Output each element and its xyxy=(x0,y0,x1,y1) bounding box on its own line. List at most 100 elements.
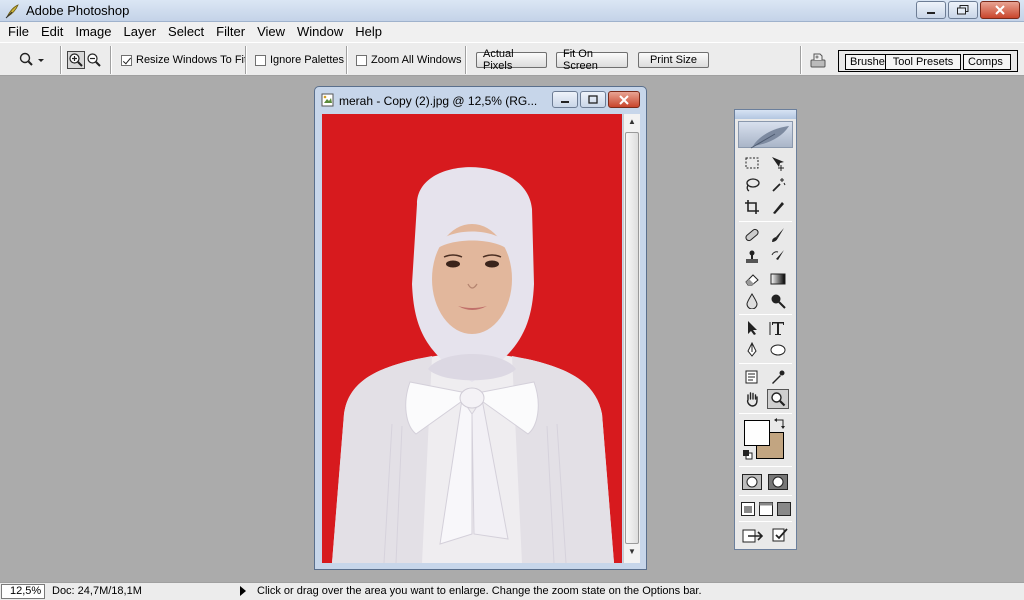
pen-icon xyxy=(747,342,757,357)
scroll-thumb[interactable] xyxy=(625,132,639,544)
resize-windows-label: Resize Windows To Fit xyxy=(136,54,248,66)
stamp-icon xyxy=(746,250,758,263)
healing-brush-tool[interactable] xyxy=(741,225,763,245)
path-selection-tool[interactable] xyxy=(741,318,763,338)
checkmark-icon xyxy=(772,528,788,542)
type-tool[interactable] xyxy=(767,318,789,338)
fit-on-screen-button[interactable]: Fit On Screen xyxy=(556,48,628,72)
feather-logo[interactable] xyxy=(738,121,793,149)
document-window[interactable]: merah - Copy (2).jpg @ 12,5% (RG... ▲ ▼ xyxy=(314,86,647,570)
document-title: merah - Copy (2).jpg @ 12,5% (RG... xyxy=(339,94,538,108)
print-size-button[interactable]: Print Size xyxy=(638,52,709,68)
zoom-tool-preset-icon xyxy=(19,52,44,66)
clone-stamp-tool[interactable] xyxy=(741,247,763,267)
gradient-icon xyxy=(770,273,786,285)
restore-button[interactable] xyxy=(948,1,978,19)
foreground-color-swatch[interactable] xyxy=(744,420,770,446)
zoom-out-button[interactable] xyxy=(86,43,102,77)
lasso-icon xyxy=(746,178,760,192)
lasso-tool[interactable] xyxy=(741,175,763,195)
file-browser-icon xyxy=(810,53,826,68)
menu-view[interactable]: View xyxy=(251,22,291,42)
brush-tool[interactable] xyxy=(767,225,789,245)
move-tool[interactable] xyxy=(767,153,789,173)
app-title-bar[interactable]: Adobe Photoshop xyxy=(0,0,1024,22)
zoom-all-windows-check[interactable] xyxy=(356,54,367,66)
doc-maximize-button[interactable] xyxy=(580,91,606,108)
doc-minimize-button[interactable] xyxy=(552,91,578,108)
dodge-tool[interactable] xyxy=(767,291,789,311)
status-zoom-field[interactable]: 12,5% xyxy=(1,584,45,599)
gradient-tool[interactable] xyxy=(767,269,789,289)
status-menu-arrow-icon[interactable] xyxy=(240,586,246,596)
type-icon xyxy=(769,322,784,335)
jump-to-imageready-icon xyxy=(742,529,764,543)
status-bar: 12,5% Doc: 24,7M/18,1M Click or drag ove… xyxy=(0,582,1024,600)
palette-tab-comps[interactable]: Comps xyxy=(963,54,1011,70)
pen-tool[interactable] xyxy=(741,340,763,360)
eraser-tool[interactable] xyxy=(741,269,763,289)
close-icon xyxy=(995,5,1005,15)
close-button[interactable] xyxy=(980,1,1020,19)
full-screen-mode-button[interactable] xyxy=(775,499,793,519)
palette-tab-tool-presets[interactable]: Tool Presets xyxy=(885,54,961,70)
menu-window[interactable]: Window xyxy=(291,22,349,42)
brush-icon xyxy=(772,228,784,242)
resize-windows-checkbox[interactable]: Resize Windows To Fit xyxy=(121,43,247,77)
maximize-icon xyxy=(588,94,598,104)
marquee-tool[interactable] xyxy=(741,153,763,173)
ignore-palettes-checkbox[interactable]: Ignore Palettes xyxy=(255,43,344,77)
menu-select[interactable]: Select xyxy=(162,22,210,42)
menu-filter[interactable]: Filter xyxy=(210,22,251,42)
zoom-out-icon xyxy=(87,53,101,67)
notes-tool[interactable] xyxy=(741,367,763,387)
standard-mode-button[interactable] xyxy=(741,472,763,492)
toolbox-title-bar[interactable] xyxy=(735,110,796,119)
minimize-button[interactable] xyxy=(916,1,946,19)
bandage-icon xyxy=(745,228,759,242)
scroll-down-icon[interactable]: ▼ xyxy=(627,547,637,557)
eyedropper-icon xyxy=(772,370,785,384)
menu-help[interactable]: Help xyxy=(349,22,388,42)
standard-screen-mode-button[interactable] xyxy=(739,499,757,519)
swap-colors-button[interactable] xyxy=(773,416,787,430)
quick-mask-icon xyxy=(768,474,788,490)
shape-tool[interactable] xyxy=(767,340,789,360)
crop-icon xyxy=(745,200,759,214)
default-colors-icon xyxy=(742,449,752,459)
menu-edit[interactable]: Edit xyxy=(35,22,69,42)
history-brush-tool[interactable] xyxy=(767,247,789,267)
menu-image[interactable]: Image xyxy=(69,22,117,42)
image-canvas[interactable] xyxy=(322,114,622,563)
scroll-up-icon[interactable]: ▲ xyxy=(627,117,637,127)
zoom-all-windows-checkbox[interactable]: Zoom All Windows xyxy=(356,43,461,77)
actual-pixels-button[interactable]: Actual Pixels xyxy=(476,48,547,72)
eyedropper-tool[interactable] xyxy=(767,367,789,387)
ignore-palettes-check[interactable] xyxy=(255,54,266,66)
slice-tool[interactable] xyxy=(767,197,789,217)
menu-layer[interactable]: Layer xyxy=(118,22,163,42)
menu-file[interactable]: File xyxy=(2,22,35,42)
default-colors-button[interactable] xyxy=(741,448,753,460)
quick-mask-mode-button[interactable] xyxy=(767,472,789,492)
marquee-icon xyxy=(745,157,759,169)
zoom-in-button[interactable] xyxy=(67,43,85,77)
doc-close-button[interactable] xyxy=(608,91,640,108)
jump-to-imageready-button[interactable] xyxy=(741,525,767,545)
blur-tool[interactable] xyxy=(741,291,763,311)
hand-tool[interactable] xyxy=(741,389,763,409)
resize-windows-check[interactable] xyxy=(121,54,132,66)
photoshop-feather-icon xyxy=(5,4,19,19)
imageready-check-button[interactable] xyxy=(769,525,791,545)
arrow-pointer-icon xyxy=(748,321,757,335)
status-doc-size[interactable]: Doc: 24,7M/18,1M xyxy=(52,585,142,597)
tool-preset-picker[interactable] xyxy=(18,43,44,77)
document-title-bar[interactable]: merah - Copy (2).jpg @ 12,5% (RG... xyxy=(315,87,646,113)
crop-tool[interactable] xyxy=(741,197,763,217)
file-browser-button[interactable] xyxy=(808,43,828,77)
document-vertical-scrollbar[interactable]: ▲ ▼ xyxy=(623,114,640,563)
zoom-tool[interactable] xyxy=(767,389,789,409)
full-screen-menu-mode-button[interactable] xyxy=(757,499,775,519)
note-icon xyxy=(745,370,758,384)
magic-wand-tool[interactable] xyxy=(767,175,789,195)
